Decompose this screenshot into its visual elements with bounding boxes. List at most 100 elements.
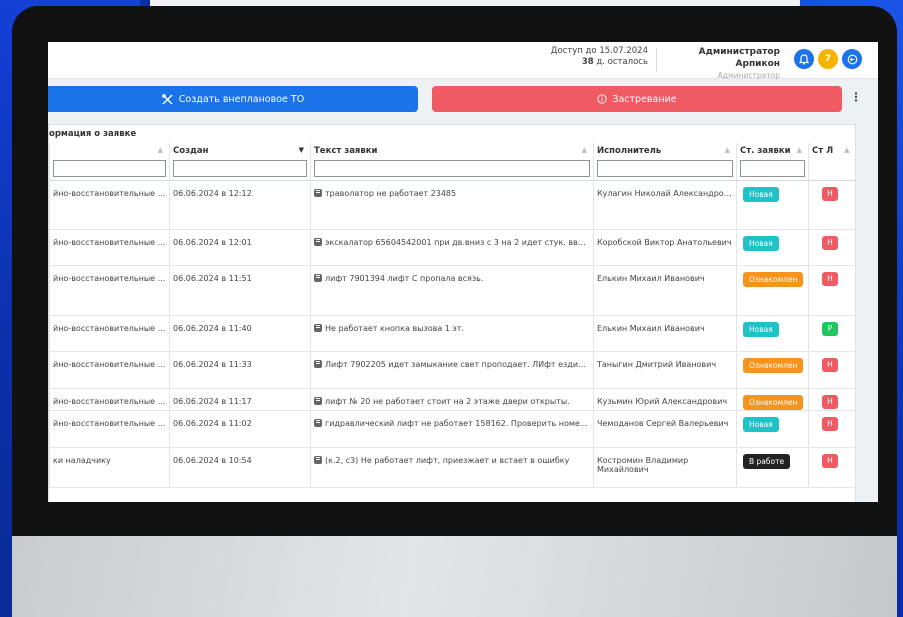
sort-icon[interactable]: ▲ (844, 146, 849, 154)
table-row[interactable]: йно-восстановительные ... 06.06.2024 в 1… (49, 265, 856, 316)
l-status-badge: Н (822, 272, 838, 286)
note-icon (314, 360, 322, 368)
entrapment-button-label: Застревание (612, 93, 677, 105)
user-name: Администратор Арпикон (698, 47, 780, 69)
logout-icon[interactable] (842, 49, 862, 69)
table-row[interactable]: йно-восстановительные ... 06.06.2024 в 1… (49, 180, 856, 230)
status-badge[interactable]: Новая (743, 322, 779, 337)
cell-executor: Таныгин Дмитрий Иванович (593, 351, 737, 389)
cell-type: йно-восстановительные ... (49, 351, 170, 389)
column-header-status[interactable]: Ст. заявки ▲ (736, 143, 809, 158)
cell-type: йно-восстановительные ... (49, 315, 170, 352)
status-badge[interactable]: В работе (743, 454, 791, 469)
status-badge[interactable]: Новая (743, 417, 779, 432)
cell-text: траволатор не работает 23485 (310, 180, 594, 230)
entrapment-button[interactable]: Застревание (432, 86, 842, 112)
sort-icon[interactable]: ▲ (797, 146, 802, 154)
header-divider (656, 48, 657, 72)
more-menu-icon[interactable]: ⋮ (850, 90, 862, 104)
l-status-badge: Н (822, 236, 838, 250)
cell-type: йно-восстановительные ... (49, 229, 170, 266)
monitor-frame: Доступ до 15.07.2024 38 д. осталось Адми… (12, 6, 897, 617)
cell-created: 06.06.2024 в 11:33 (169, 351, 311, 389)
cell-text: лифт 7901394 лифт С пропала всязь. (310, 265, 594, 316)
note-icon (314, 456, 322, 464)
filter-type-input[interactable] (53, 160, 166, 177)
column-header-l-status[interactable]: Ст Л ▲ (808, 143, 856, 158)
cell-text: (к.2, с3) Не работает лифт, приезжает и … (310, 447, 594, 488)
user-role: Администратор (717, 71, 780, 80)
requests-table-card: ормация о заявке ▲ Создан ▼ Текст заявки ▲… (48, 124, 856, 502)
cell-text: Лифт 7902205 идет замыкание свет пропода… (310, 351, 594, 389)
table-row[interactable]: йно-восстановительные ... 06.06.2024 в 1… (49, 410, 856, 448)
l-status-badge: Н (822, 454, 838, 468)
cell-created: 06.06.2024 в 12:01 (169, 229, 311, 266)
cell-executor: Чемоданов Сергей Валерьевич (593, 410, 737, 448)
l-status-badge: Р (822, 322, 838, 336)
table-row[interactable]: йно-восстановительные ... 06.06.2024 в 1… (49, 229, 856, 266)
requests-table: ▲ Создан ▼ Текст заявки ▲ Исполнитель ▲ Ст.… (49, 143, 856, 488)
l-status-badge: Н (822, 395, 838, 409)
status-badge[interactable]: Новая (743, 236, 779, 251)
cell-executor: Кулагин Николай Александрович (593, 180, 737, 230)
cell-executor: Костромин Владимир Михайлович (593, 447, 737, 488)
top-bar: Доступ до 15.07.2024 38 д. осталось Адми… (48, 42, 878, 82)
days-suffix: д. осталось (593, 57, 648, 67)
cell-text: гидравлический лифт не работает 158162. … (310, 410, 594, 448)
access-until: Доступ до 15.07.2024 (550, 46, 648, 56)
note-icon (314, 324, 322, 332)
cell-executor: Елькин Михаил Иванович (593, 265, 737, 316)
bell-icon[interactable] (794, 49, 814, 69)
column-header-type[interactable]: ▲ (49, 143, 170, 158)
sort-icon[interactable]: ▲ (582, 146, 587, 154)
l-status-badge: Н (822, 187, 838, 201)
filter-created-input[interactable] (173, 160, 307, 177)
note-icon (314, 274, 322, 282)
table-row[interactable]: ки наладчику 06.06.2024 в 10:54 (к.2, с3… (49, 447, 856, 488)
cell-text: экскалатор 65604542001 при дв.вниз с 3 н… (310, 229, 594, 266)
column-header-executor[interactable]: Исполнитель ▲ (593, 143, 737, 158)
cell-created: 06.06.2024 в 11:40 (169, 315, 311, 352)
cell-type: ки наладчику (49, 447, 170, 488)
cell-created: 06.06.2024 в 10:54 (169, 447, 311, 488)
info-icon (597, 94, 608, 104)
status-badge[interactable]: Ознакомлен (743, 358, 804, 373)
days-left: 38 д. осталось (548, 57, 648, 68)
column-header-text[interactable]: Текст заявки ▲ (310, 143, 594, 158)
notification-count-badge[interactable]: 7 (818, 49, 838, 69)
l-status-badge: Н (822, 417, 838, 431)
cell-created: 06.06.2024 в 11:02 (169, 410, 311, 448)
sort-desc-icon[interactable]: ▼ (299, 146, 304, 154)
column-header-created[interactable]: Создан ▼ (169, 143, 311, 158)
create-unplanned-maintenance-button[interactable]: Создать внеплановое ТО (48, 86, 418, 112)
filter-executor-input[interactable] (597, 160, 733, 177)
cell-executor: Кузьмин Юрий Александрович (593, 388, 737, 411)
cell-created: 06.06.2024 в 11:17 (169, 388, 311, 411)
cell-type: йно-восстановительные ... (49, 180, 170, 230)
cell-created: 06.06.2024 в 11:51 (169, 265, 311, 316)
sort-icon[interactable]: ▲ (725, 146, 730, 154)
cell-executor: Коробской Виктор Анатольевич (593, 229, 737, 266)
cell-type: йно-восстановительные ... (49, 388, 170, 411)
note-icon (314, 419, 322, 427)
cell-text: лифт № 20 не работает стоит на 2 этаже д… (310, 388, 594, 411)
l-status-badge: Н (822, 358, 838, 372)
table-row[interactable]: йно-восстановительные ... 06.06.2024 в 1… (49, 388, 856, 411)
user-info[interactable]: Администратор Арпикон Администратор (660, 46, 780, 82)
monitor-chin (12, 536, 897, 617)
create-button-label: Создать внеплановое ТО (178, 93, 305, 105)
table-row[interactable]: йно-восстановительные ... 06.06.2024 в 1… (49, 351, 856, 389)
cell-executor: Елькин Михаил Иванович (593, 315, 737, 352)
app-screen: Доступ до 15.07.2024 38 д. осталось Адми… (48, 42, 878, 502)
tools-icon (161, 93, 173, 104)
sort-icon[interactable]: ▲ (158, 146, 163, 154)
filter-status-input[interactable] (740, 160, 805, 177)
table-row[interactable]: йно-восстановительные ... 06.06.2024 в 1… (49, 315, 856, 352)
note-icon (314, 397, 322, 405)
filter-text-input[interactable] (314, 160, 590, 177)
status-badge[interactable]: Ознакомлен (743, 272, 804, 287)
days-count: 38 (581, 57, 594, 67)
cell-type: йно-восстановительные ... (49, 265, 170, 316)
status-badge[interactable]: Новая (743, 187, 779, 202)
status-badge[interactable]: Ознакомлен (743, 395, 804, 410)
